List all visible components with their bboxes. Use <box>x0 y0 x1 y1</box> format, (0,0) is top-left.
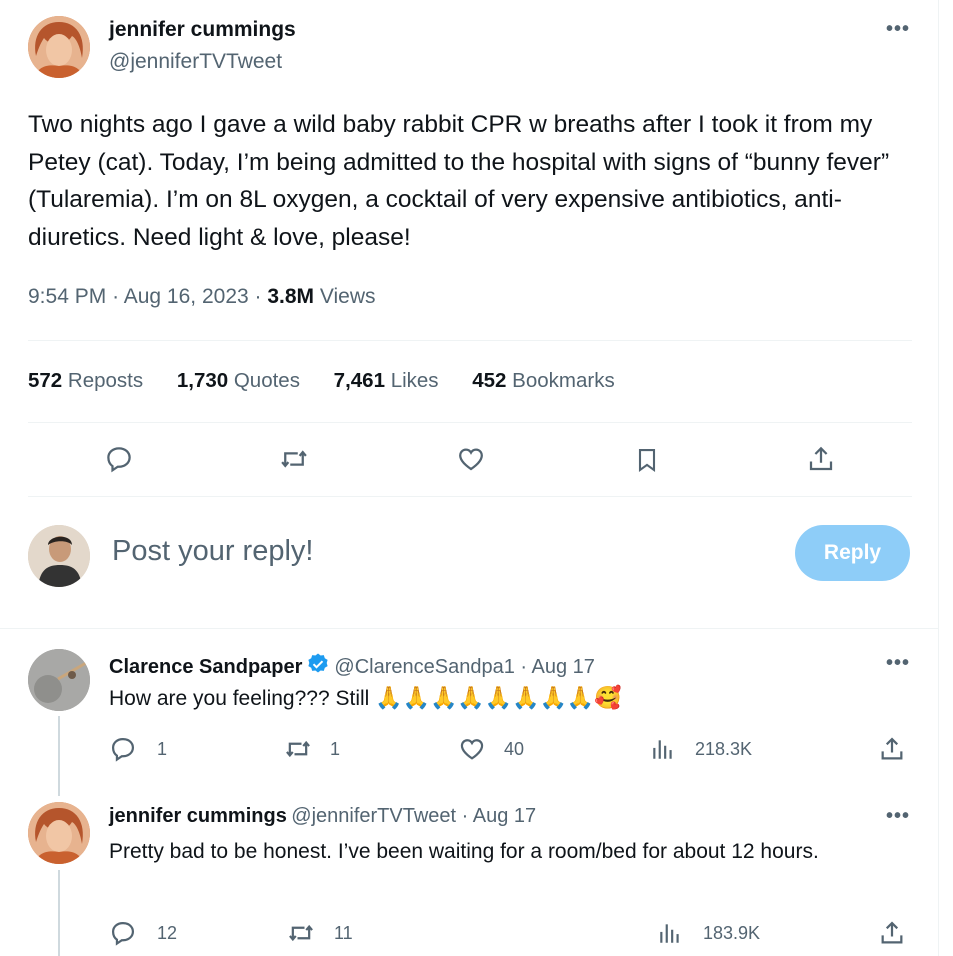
reposts-label: Reposts <box>67 369 144 392</box>
tweet-text: Two nights ago I gave a wild baby rabbit… <box>28 111 890 251</box>
reply-text-content: How are you feeling??? Still <box>109 687 370 710</box>
reply-author-name[interactable]: Clarence Sandpaper <box>109 656 302 678</box>
quotes-label: Quotes <box>233 369 300 392</box>
meta-separator: · <box>254 285 268 308</box>
reply-author-name[interactable]: jennifer cummings <box>109 805 287 827</box>
reply-icon[interactable] <box>109 919 137 947</box>
engagement-stats: 572 Reposts 1,730 Quotes 7,461 Likes 452… <box>28 369 643 393</box>
reply-author-avatar[interactable] <box>28 649 90 711</box>
user-avatar <box>28 525 90 587</box>
like-icon[interactable] <box>457 735 487 763</box>
reply-date[interactable]: Aug 17 <box>532 656 595 678</box>
repost-icon[interactable] <box>286 919 316 947</box>
like-icon[interactable] <box>455 444 487 474</box>
reply-author-handle[interactable]: @jenniferTVTweet <box>291 805 456 827</box>
reply-input[interactable]: Post your reply! <box>112 535 313 568</box>
quotes-count: 1,730 <box>176 369 229 392</box>
views-count: 3.8M <box>267 285 315 308</box>
divider <box>28 340 912 341</box>
more-icon[interactable]: ••• <box>886 805 910 828</box>
reply-count: 1 <box>157 739 168 759</box>
reply-date-separator: · <box>456 805 473 827</box>
reply-text: Pretty bad to be honest. I’ve been waiti… <box>109 840 819 863</box>
reply-header: jennifer cummings @jenniferTVTweet · Aug… <box>109 805 536 828</box>
thread-line <box>58 716 60 796</box>
share-icon[interactable] <box>806 444 836 474</box>
bookmarks-count: 452 <box>472 369 507 392</box>
reply-icon[interactable] <box>109 735 137 763</box>
repost-count: 11 <box>334 923 353 943</box>
bookmarks-label: Bookmarks <box>512 369 615 392</box>
likes-count: 7,461 <box>333 369 385 392</box>
tweet-time[interactable]: 9:54 PM <box>28 285 106 308</box>
tweet-date[interactable]: Aug 16, 2023 <box>124 285 249 308</box>
meta-separator: · <box>112 285 124 308</box>
reply-author-handle[interactable]: @ClarenceSandpa1 <box>334 656 514 678</box>
author-avatar[interactable] <box>28 16 90 78</box>
thread-line <box>58 870 60 956</box>
views-icon[interactable] <box>650 736 676 762</box>
reply-date[interactable]: Aug 17 <box>473 805 536 827</box>
likes-stat[interactable]: 7,461 Likes <box>334 369 439 393</box>
verified-badge-icon <box>306 652 330 681</box>
divider <box>0 628 938 629</box>
share-icon[interactable] <box>878 919 906 947</box>
reply-count: 12 <box>157 923 178 943</box>
tweet-meta: 9:54 PM · Aug 16, 2023 · 3.8M Views <box>28 285 376 309</box>
reposts-stat[interactable]: 572 Reposts <box>28 369 143 393</box>
author-name[interactable]: jennifer cummings <box>109 18 296 42</box>
divider <box>28 496 912 497</box>
bookmark-icon[interactable] <box>633 444 661 476</box>
reply-date-separator: · <box>514 656 532 678</box>
quotes-stat[interactable]: 1,730 Quotes <box>177 369 300 393</box>
view-count: 183.9K <box>703 923 761 943</box>
reply-text: How are you feeling??? Still 🙏🙏🙏🙏🙏🙏🙏🙏🥰 <box>109 682 622 714</box>
divider <box>28 422 912 423</box>
reply-icon[interactable] <box>104 444 134 474</box>
reply-emoji: 🙏🙏🙏🙏🙏🙏🙏🙏🥰 <box>375 685 622 710</box>
reposts-count: 572 <box>28 369 63 392</box>
column-border <box>938 0 939 956</box>
view-count: 218.3K <box>695 739 753 759</box>
share-icon[interactable] <box>878 735 906 763</box>
bookmarks-stat[interactable]: 452 Bookmarks <box>472 369 614 393</box>
more-icon[interactable]: ••• <box>886 18 910 41</box>
repost-icon[interactable] <box>278 444 310 474</box>
repost-count: 1 <box>330 739 341 759</box>
author-handle[interactable]: @jenniferTVTweet <box>109 50 282 74</box>
views-label: Views <box>319 285 376 308</box>
reply-header: Clarence Sandpaper @ClarenceSandpa1 · Aug… <box>109 652 595 681</box>
views-icon[interactable] <box>657 920 683 946</box>
reply-button[interactable]: Reply <box>795 525 910 581</box>
like-count: 40 <box>504 739 525 759</box>
reply-author-avatar[interactable] <box>28 802 90 864</box>
likes-label: Likes <box>390 369 439 392</box>
repost-icon[interactable] <box>283 735 313 763</box>
more-icon[interactable]: ••• <box>886 652 910 675</box>
